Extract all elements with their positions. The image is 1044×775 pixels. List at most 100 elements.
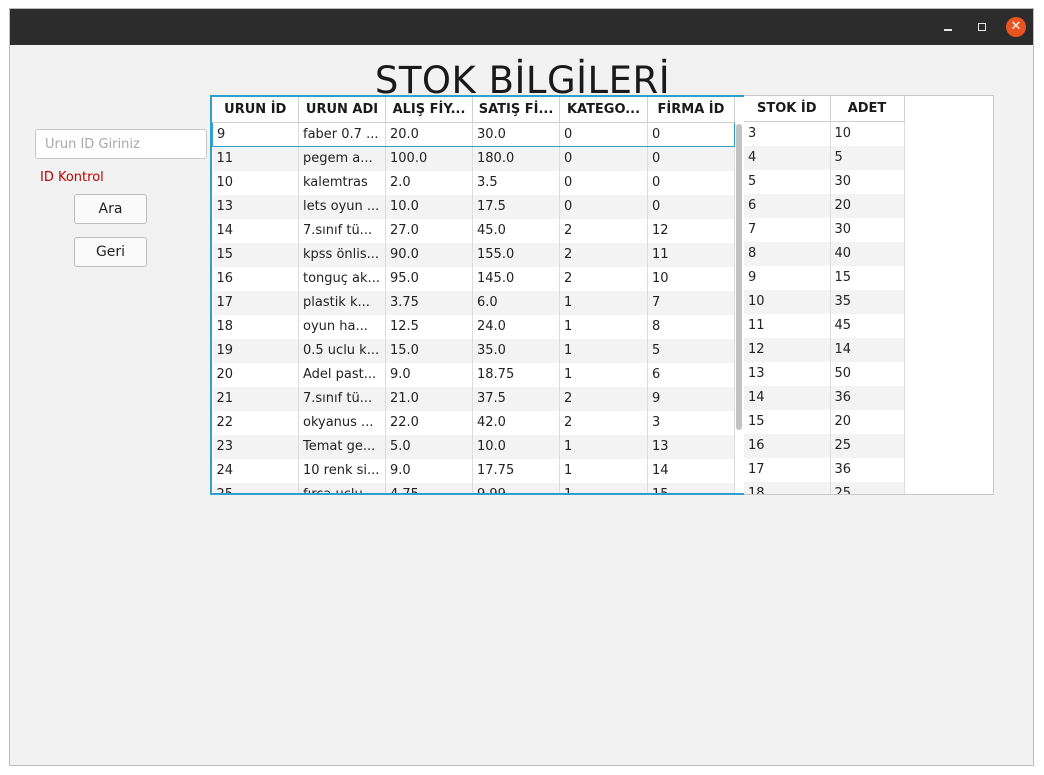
product-table-cell[interactable]: 13: [212, 194, 299, 219]
stock-table-cell[interactable]: 7: [744, 217, 831, 242]
stock-table-cell[interactable]: 15: [830, 265, 905, 290]
product-table-cell[interactable]: 18.75: [472, 362, 560, 387]
product-table-cell[interactable]: 0.5 uclu k...: [298, 338, 386, 363]
product-table-cell[interactable]: 100.0: [385, 146, 473, 171]
stock-table-cell[interactable]: 6: [744, 193, 831, 218]
product-table-column-header[interactable]: SATIŞ Fİ...: [472, 97, 560, 123]
stock-table-cell[interactable]: 8: [744, 241, 831, 266]
stock-table-cell[interactable]: 18: [744, 481, 831, 494]
product-table-cell[interactable]: Adel past...: [298, 362, 386, 387]
stock-table-cell[interactable]: 30: [830, 217, 905, 242]
product-table-row[interactable]: 21 7.sınıf tü... 21.0 37.5 2 9: [212, 386, 735, 411]
product-table-row[interactable]: 18 oyun ha... 12.5 24.0 1 8: [212, 314, 735, 339]
product-table-cell[interactable]: 19: [212, 338, 299, 363]
product-table-cell[interactable]: 15: [647, 482, 735, 493]
ara-button[interactable]: Ara: [74, 194, 147, 224]
product-table-cell[interactable]: 37.5: [472, 386, 560, 411]
product-table-cell[interactable]: 42.0: [472, 410, 560, 435]
product-table-cell[interactable]: 1: [559, 434, 648, 459]
product-table-cell[interactable]: 17: [212, 290, 299, 315]
stock-table-cell[interactable]: 25: [830, 433, 905, 458]
product-table-cell[interactable]: 30.0: [472, 122, 560, 147]
close-icon[interactable]: ✕: [1006, 17, 1026, 37]
product-table-cell[interactable]: 10: [212, 170, 299, 195]
product-table-cell[interactable]: 2: [559, 218, 648, 243]
product-table-cell[interactable]: 3: [647, 410, 735, 435]
product-table-cell[interactable]: 10.0: [385, 194, 473, 219]
product-table-column-header[interactable]: FİRMA İD: [647, 97, 735, 123]
product-table-cell[interactable]: 14: [647, 458, 735, 483]
product-table-cell[interactable]: 145.0: [472, 266, 560, 291]
product-table-cell[interactable]: 1: [559, 482, 648, 493]
product-table-cell[interactable]: 21.0: [385, 386, 473, 411]
product-table-cell[interactable]: 20.0: [385, 122, 473, 147]
product-table-cell[interactable]: 155.0: [472, 242, 560, 267]
product-table-cell[interactable]: 35.0: [472, 338, 560, 363]
product-table-cell[interactable]: okyanus ...: [298, 410, 386, 435]
product-table-cell[interactable]: 0: [647, 146, 735, 171]
stock-table-cell[interactable]: 14: [830, 337, 905, 362]
product-table-cell[interactable]: 16: [212, 266, 299, 291]
stock-table-row[interactable]: 45: [744, 145, 905, 170]
geri-button[interactable]: Geri: [74, 237, 147, 267]
product-table-cell[interactable]: 27.0: [385, 218, 473, 243]
stock-table-cell[interactable]: 35: [830, 289, 905, 314]
product-table-row[interactable]: 24 10 renk si... 9.0 17.75 1 14: [212, 458, 735, 483]
stock-table-cell[interactable]: 36: [830, 385, 905, 410]
product-table-cell[interactable]: 2: [559, 242, 648, 267]
stock-table-cell[interactable]: 15: [744, 409, 831, 434]
urun-id-input[interactable]: [35, 129, 207, 159]
product-table-cell[interactable]: 24.0: [472, 314, 560, 339]
product-table-cell[interactable]: 17.75: [472, 458, 560, 483]
product-table-cell[interactable]: 11: [212, 146, 299, 171]
stock-table-row[interactable]: 3 10: [744, 121, 905, 146]
stock-table-row[interactable]: 8 40: [744, 241, 905, 266]
product-table-row[interactable]: 14 7.sınıf tü... 27.0 45.0 2 12: [212, 218, 735, 243]
product-table-cell[interactable]: 0: [647, 122, 735, 147]
stock-table-cell[interactable]: 12: [744, 337, 831, 362]
product-table-cell[interactable]: pegem a...: [298, 146, 386, 171]
stock-table-row[interactable]: 7 30: [744, 217, 905, 242]
product-table-cell[interactable]: 0: [559, 122, 648, 147]
product-table-cell[interactable]: 10.0: [472, 434, 560, 459]
product-table-cell[interactable]: 1: [559, 458, 648, 483]
product-table-cell[interactable]: 25: [212, 482, 299, 493]
maximize-icon[interactable]: [972, 17, 992, 37]
product-table-cell[interactable]: 7.sınıf tü...: [298, 218, 386, 243]
product-table-cell[interactable]: 6: [647, 362, 735, 387]
product-table-scrollbar[interactable]: [736, 124, 742, 430]
stock-table-cell[interactable]: 40: [830, 241, 905, 266]
stock-table-cell[interactable]: 30: [830, 169, 905, 194]
product-table-cell[interactable]: 45.0: [472, 218, 560, 243]
product-table-cell[interactable]: Temat ge...: [298, 434, 386, 459]
product-table-cell[interactable]: 22: [212, 410, 299, 435]
product-table-row[interactable]: 10 kalemtras 2.0 3.5 0 0: [212, 170, 735, 195]
stock-table-row[interactable]: 5 30: [744, 169, 905, 194]
product-table-cell[interactable]: 15: [212, 242, 299, 267]
stock-table[interactable]: STOK İD ADET 3 10 4 5 5 30 6 20 7 30 8 40 9 15 10 35 11 45…: [744, 95, 994, 495]
product-table-cell[interactable]: 2.0: [385, 170, 473, 195]
stock-table-cell[interactable]: 36: [830, 457, 905, 482]
product-table-row[interactable]: 25 fırça uclu 4.75 9.99 1 15: [212, 482, 735, 493]
product-table-row[interactable]: 15 kpss önlis... 90.0 155.0 2 11: [212, 242, 735, 267]
stock-table-column-header[interactable]: STOK İD: [744, 96, 831, 122]
product-table-column-header[interactable]: ALIŞ FİY...: [385, 97, 473, 123]
product-table-cell[interactable]: 95.0: [385, 266, 473, 291]
product-table-cell[interactable]: 9: [212, 122, 299, 147]
product-table-cell[interactable]: 3.5: [472, 170, 560, 195]
product-table-cell[interactable]: oyun ha...: [298, 314, 386, 339]
stock-table-cell[interactable]: 45: [830, 313, 905, 338]
product-table-row[interactable]: 9 faber 0.7 ... 20.0 30.0 0 0: [212, 122, 735, 147]
product-table-cell[interactable]: 21: [212, 386, 299, 411]
product-table-cell[interactable]: 2: [559, 266, 648, 291]
product-table-cell[interactable]: 15.0: [385, 338, 473, 363]
stock-table-row[interactable]: 18 25: [744, 481, 905, 494]
product-table-cell[interactable]: plastik k...: [298, 290, 386, 315]
product-table-cell[interactable]: 22.0: [385, 410, 473, 435]
stock-table-column-header[interactable]: ADET: [830, 96, 905, 122]
product-table-cell[interactable]: 1: [559, 338, 648, 363]
product-table-cell[interactable]: 5: [647, 338, 735, 363]
product-table-cell[interactable]: 10: [647, 266, 735, 291]
stock-table-cell[interactable]: 5: [744, 169, 831, 194]
stock-table-cell[interactable]: 20: [830, 409, 905, 434]
